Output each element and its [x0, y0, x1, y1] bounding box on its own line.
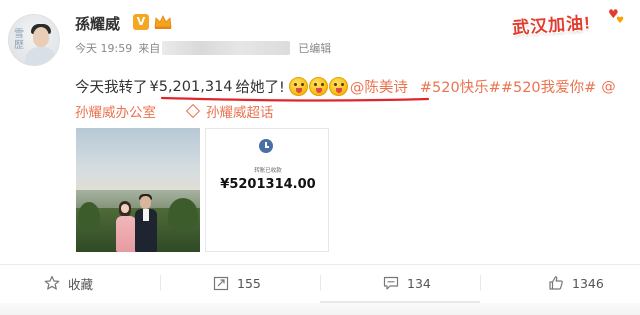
comment-button[interactable]: 134 [383, 265, 431, 301]
avatar-text: 雪 歷 [14, 29, 24, 51]
heart-small-icon: ♥ [616, 16, 625, 26]
repost-button[interactable]: 155 [213, 265, 261, 301]
post-text: 今天我转了 ¥5,201,314 给她了! @陈美诗 #520快乐##520我爱… [75, 76, 616, 97]
smile-emoji-icon [308, 77, 328, 96]
crown-icon [154, 15, 172, 29]
like-button[interactable]: 1346 [548, 265, 604, 301]
like-icon [549, 276, 563, 290]
smile-emoji-icon [328, 77, 348, 96]
clock-icon [259, 139, 273, 153]
smile-emoji-icon [288, 77, 308, 96]
topic-link[interactable]: #520快乐##520我爱你# [420, 76, 596, 97]
post-photo[interactable] [76, 128, 200, 252]
receipt-caption: 转账已收款 [254, 168, 282, 174]
text-amount: ¥5,201,314 [149, 78, 233, 95]
sticker-text: 武汉加油! [511, 13, 592, 38]
author-name[interactable]: 孫耀威 [75, 13, 120, 34]
super-topic-link[interactable]: 孙耀威超话 [185, 101, 274, 121]
transfer-receipt-image[interactable]: 转账已收款 ¥5201314.00 [205, 128, 329, 252]
like-count: 1346 [572, 275, 604, 291]
favorite-button[interactable]: 收藏 [44, 265, 93, 301]
receipt-amount: ¥5201314.00 [220, 177, 316, 192]
comment-icon [383, 276, 399, 290]
verified-v-icon: V [133, 14, 149, 30]
comment-count: 134 [407, 275, 431, 291]
mention-link[interactable]: @陈美诗 [350, 76, 408, 97]
post-meta: 今天 19:59 来自 已编辑 [75, 40, 331, 56]
edited-label[interactable]: 已编辑 [298, 40, 331, 56]
super-topic-label: 孙耀威超话 [206, 105, 274, 121]
trailing-mention[interactable]: @ [601, 79, 616, 95]
post-time[interactable]: 今天 19:59 [75, 40, 132, 56]
star-icon [44, 275, 60, 290]
blurred-source [162, 41, 291, 55]
text-suffix: 给她了! [235, 80, 285, 96]
favorite-label: 收藏 [68, 276, 94, 292]
office-link[interactable]: 孙耀威办公室 [75, 101, 156, 121]
text-main: 今天我转了 [75, 80, 148, 96]
wuhan-sticker: 武汉加油! ♥ ♥ [511, 6, 632, 38]
source-prefix: 来自 [138, 42, 161, 55]
repost-icon [213, 276, 229, 291]
super-topic-diamond-icon [185, 103, 201, 119]
avatar[interactable]: 雪 歷 [8, 14, 60, 66]
repost-count: 155 [237, 275, 261, 291]
